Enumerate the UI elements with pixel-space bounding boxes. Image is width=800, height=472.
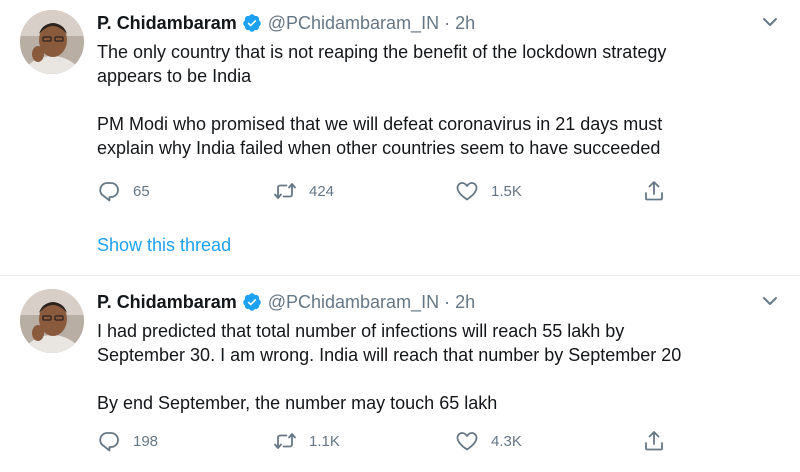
retweet-count: 424 xyxy=(309,182,335,200)
reply-count: 198 xyxy=(133,432,159,450)
reply-button[interactable]: 198 xyxy=(97,428,158,454)
verified-badge-icon xyxy=(242,13,262,33)
verified-badge-icon xyxy=(242,292,262,312)
share-button[interactable] xyxy=(642,428,666,454)
avatar[interactable] xyxy=(20,10,84,74)
tweet-header: P. Chidambaram @PChidambaram_IN · 2h xyxy=(97,12,475,34)
reply-icon xyxy=(99,182,119,202)
tweet-text-line: I had predicted that total number of inf… xyxy=(97,321,625,341)
retweet-count: 1.1K xyxy=(309,432,340,450)
tweet-text: I had predicted that total number of inf… xyxy=(97,319,777,415)
retweet-button[interactable]: 424 xyxy=(273,178,334,204)
tweet[interactable]: P. Chidambaram @PChidambaram_IN · 2h I h… xyxy=(0,277,800,472)
tweet-actions: 198 1.1K 4.3K xyxy=(97,428,687,454)
tweet-actions: 65 424 1.5K xyxy=(97,178,687,204)
retweet-button[interactable]: 1.1K xyxy=(273,428,340,454)
chevron-down-icon[interactable] xyxy=(760,291,780,311)
separator-dot: · xyxy=(444,12,451,33)
tweet-text-line: explain why India failed when other coun… xyxy=(97,138,661,158)
like-button[interactable]: 4.3K xyxy=(455,428,522,454)
tweet-text-line: The only country that is not reaping the… xyxy=(97,42,667,62)
reply-count: 65 xyxy=(133,182,150,200)
share-icon xyxy=(645,431,663,451)
separator-dot: · xyxy=(444,291,451,312)
chevron-down-icon[interactable] xyxy=(760,12,780,32)
tweet-text: The only country that is not reaping the… xyxy=(97,40,777,160)
retweet-icon xyxy=(274,183,296,199)
retweet-icon xyxy=(274,433,296,449)
share-button[interactable] xyxy=(642,178,666,204)
author-handle[interactable]: @PChidambaram_IN xyxy=(268,292,439,313)
timestamp[interactable]: 2h xyxy=(455,292,475,313)
like-count: 4.3K xyxy=(491,432,522,450)
tweet-header: P. Chidambaram @PChidambaram_IN · 2h xyxy=(97,291,475,313)
like-count: 1.5K xyxy=(491,182,522,200)
like-icon xyxy=(456,432,478,451)
author-name[interactable]: P. Chidambaram xyxy=(97,292,237,313)
avatar[interactable] xyxy=(20,289,84,353)
tweet-text-line: PM Modi who promised that we will defeat… xyxy=(97,114,663,134)
reply-icon xyxy=(99,432,119,452)
author-name[interactable]: P. Chidambaram xyxy=(97,13,237,34)
show-thread-link[interactable]: Show this thread xyxy=(97,235,231,256)
share-icon xyxy=(645,181,663,201)
like-button[interactable]: 1.5K xyxy=(455,178,522,204)
like-icon xyxy=(456,182,478,201)
author-handle[interactable]: @PChidambaram_IN xyxy=(268,13,439,34)
tweet-text-line: appears to be India xyxy=(97,66,252,86)
timestamp[interactable]: 2h xyxy=(455,13,475,34)
tweet-text-line: September 30. I am wrong. India will rea… xyxy=(97,345,682,365)
tweet[interactable]: P. Chidambaram @PChidambaram_IN · 2h The… xyxy=(0,0,800,276)
tweet-text-line: By end September, the number may touch 6… xyxy=(97,393,498,413)
reply-button[interactable]: 65 xyxy=(97,178,150,204)
